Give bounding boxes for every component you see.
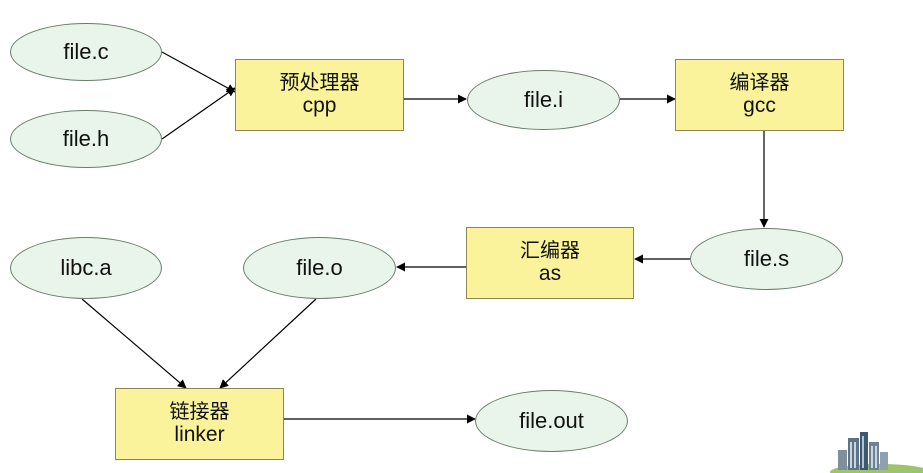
node-file-o: file.o <box>243 237 396 299</box>
city-buildings-icon <box>830 432 923 473</box>
node-label-en: cpp <box>302 94 337 118</box>
node-label-en: linker <box>174 423 225 447</box>
node-label-zh: 链接器 <box>169 399 230 424</box>
edge-file-h-to-preprocessor <box>161 87 236 140</box>
node-label: file.o <box>296 255 343 281</box>
node-preprocessor: 预处理器 cpp <box>235 59 404 131</box>
node-assembler: 汇编器 as <box>466 227 634 299</box>
node-file-s: file.s <box>690 228 843 290</box>
node-libc-a: libc.a <box>10 237 162 299</box>
edge-libc-a-to-linker <box>81 298 187 389</box>
node-label: file.c <box>63 39 109 65</box>
node-file-out: file.out <box>475 390 628 452</box>
node-label: file.out <box>519 408 584 434</box>
node-label-en: as <box>538 262 562 286</box>
node-file-i: file.i <box>467 70 620 130</box>
node-label-zh: 预处理器 <box>279 70 360 95</box>
node-label-zh: 汇编器 <box>520 238 580 263</box>
edge-file-o-to-linker <box>219 298 317 389</box>
node-label: file.h <box>62 126 110 152</box>
node-label-zh: 编译器 <box>729 70 790 95</box>
compilation-flow-diagram: file.c file.h 预处理器 cpp file.i 编译器 gcc fi… <box>0 0 923 473</box>
node-label: file.i <box>523 87 564 113</box>
node-compiler: 编译器 gcc <box>675 59 844 131</box>
node-file-c: file.c <box>10 23 162 81</box>
node-linker: 链接器 linker <box>115 388 284 460</box>
node-label: libc.a <box>60 255 112 281</box>
node-label: file.s <box>743 246 790 272</box>
node-file-h: file.h <box>10 110 162 168</box>
edge-file-c-to-preprocessor <box>161 51 236 93</box>
node-label-en: gcc <box>743 94 776 118</box>
